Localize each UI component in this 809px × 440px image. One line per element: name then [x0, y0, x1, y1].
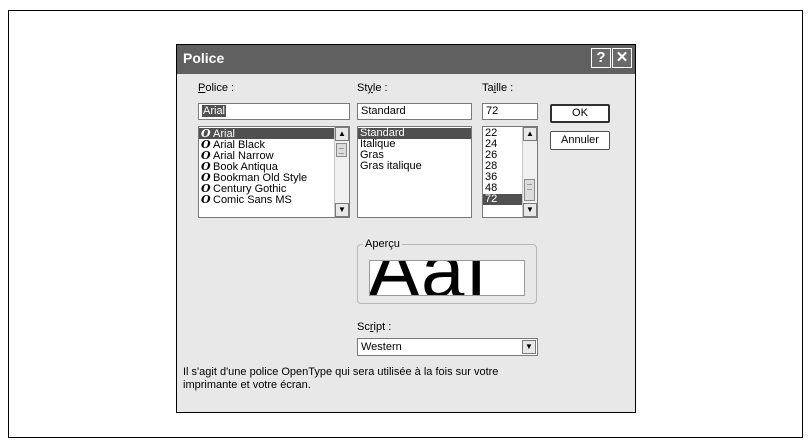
style-label: Style : — [357, 82, 388, 94]
font-label: Police : — [198, 82, 235, 94]
font-input[interactable]: Arial — [198, 103, 350, 120]
preview-box: AaI — [369, 260, 525, 296]
font-list-item[interactable]: O Bookman Old Style — [199, 172, 349, 184]
opentype-icon: O — [201, 193, 211, 206]
scroll-up-icon[interactable]: ▲ — [335, 127, 349, 141]
preview-sample: AaI — [370, 261, 488, 295]
font-listbox[interactable]: O Arial O Arial Black O Arial Narrow O Book Ant… — [198, 126, 350, 218]
dialog-title: Police — [183, 50, 225, 66]
scroll-down-icon[interactable]: ▼ — [523, 203, 537, 217]
style-list-item[interactable]: Gras italique — [358, 161, 471, 172]
size-scrollbar[interactable]: ▲ ▼ — [522, 127, 537, 217]
size-input[interactable]: 72 — [482, 103, 538, 120]
style-listbox[interactable]: Standard Italique Gras Gras italique — [357, 126, 472, 218]
scroll-thumb[interactable] — [524, 179, 535, 201]
size-listbox[interactable]: 22 24 26 28 36 48 72 ▲ ▼ — [482, 126, 538, 218]
font-list-item[interactable]: O Book Antiqua — [199, 161, 349, 173]
dropdown-arrow-icon[interactable]: ▼ — [522, 340, 536, 354]
scroll-down-icon[interactable]: ▼ — [335, 203, 349, 217]
scroll-thumb[interactable] — [336, 143, 347, 157]
font-description: Il s'agit d'une police OpenType qui sera… — [183, 366, 499, 391]
ok-button[interactable]: OK — [550, 104, 610, 123]
style-input[interactable]: Standard — [357, 103, 472, 120]
font-list-item[interactable]: O Arial — [199, 128, 349, 140]
style-list-item-label: Gras italique — [360, 160, 422, 172]
size-label: Taille : — [482, 82, 514, 94]
size-list-item-label: 72 — [485, 193, 498, 205]
font-dialog: Police ? ✕ Police : Arial O Arial O Arial B… — [176, 44, 636, 413]
preview-label: Aperçu — [363, 238, 402, 250]
script-select[interactable]: Western ▼ — [357, 338, 538, 356]
script-value: Western — [361, 341, 402, 353]
title-bar: Police ? ✕ — [177, 45, 635, 74]
font-list-item[interactable]: O Arial Black — [199, 139, 349, 151]
font-list-item[interactable]: O Century Gothic — [199, 183, 349, 195]
font-list-item[interactable]: O Comic Sans MS — [199, 193, 349, 206]
font-scrollbar[interactable]: ▲ ▼ — [334, 127, 349, 217]
scroll-up-icon[interactable]: ▲ — [523, 127, 537, 141]
close-button[interactable]: ✕ — [612, 48, 632, 68]
help-button[interactable]: ? — [591, 48, 611, 68]
cancel-button[interactable]: Annuler — [550, 131, 610, 150]
font-list-item-label: Comic Sans MS — [213, 194, 292, 206]
script-label: Script : — [357, 321, 392, 333]
font-list-item[interactable]: O Arial Narrow — [199, 150, 349, 162]
